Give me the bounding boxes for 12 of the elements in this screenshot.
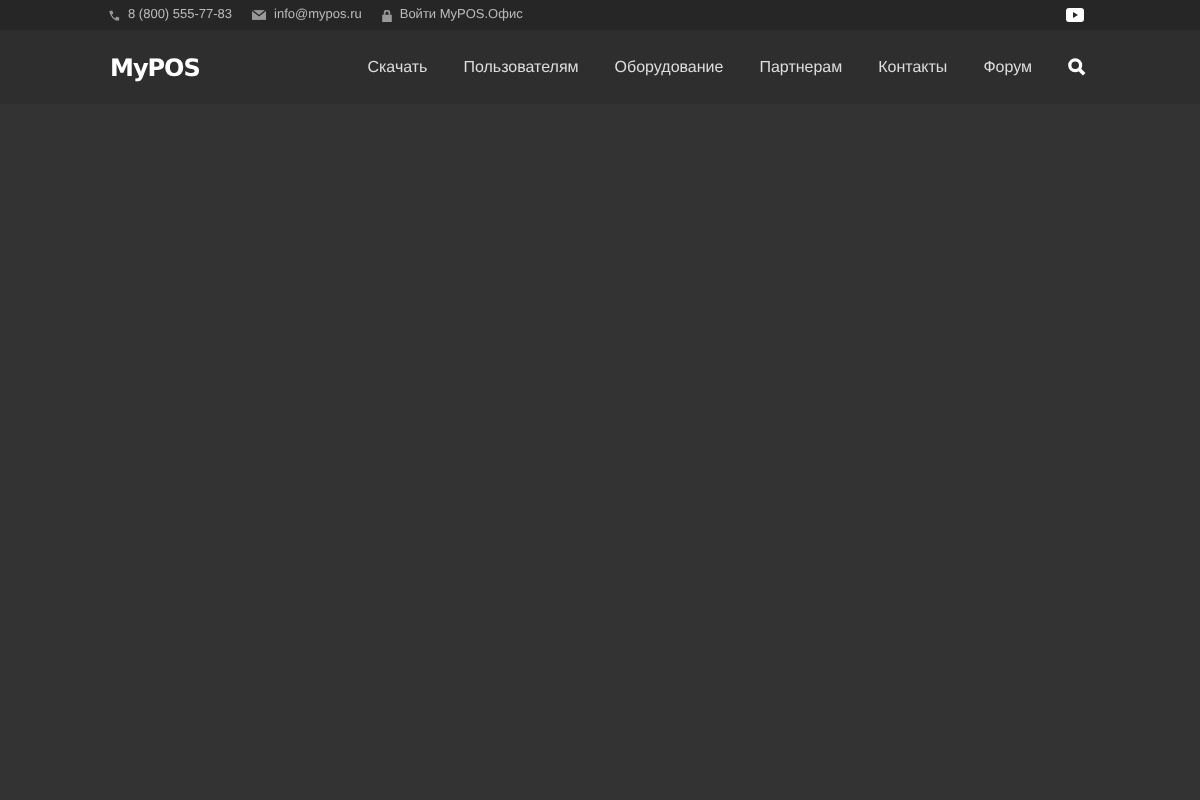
phone-icon — [108, 9, 120, 21]
logo[interactable]: MyPOS — [110, 53, 200, 81]
nav-link[interactable]: Пользователям — [463, 58, 579, 76]
envelope-icon — [252, 10, 267, 20]
video-play-icon[interactable] — [1066, 8, 1084, 22]
nav-link[interactable]: Оборудование — [614, 58, 724, 76]
nav-link[interactable]: Скачать — [367, 58, 428, 76]
nav-link[interactable]: Контакты — [878, 58, 948, 76]
nav-link[interactable]: Форум — [983, 58, 1032, 76]
search-icon[interactable] — [1068, 58, 1086, 76]
nav-link[interactable]: Партнерам — [759, 58, 843, 76]
lock-icon — [381, 9, 392, 21]
